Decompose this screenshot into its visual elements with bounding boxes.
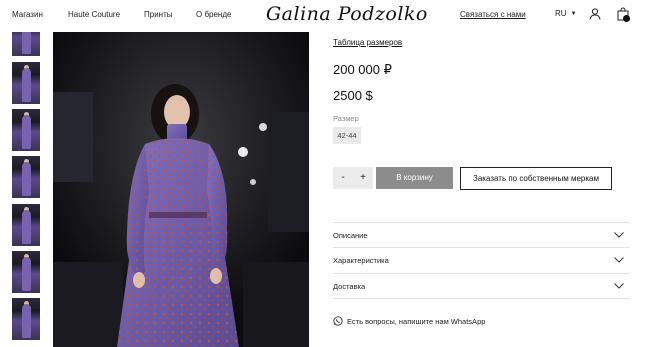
add-to-cart-button[interactable]: В корзину <box>376 167 453 189</box>
main-product-image[interactable] <box>53 32 309 347</box>
custom-measurements-button[interactable]: Заказать по собственным меркам <box>460 167 612 190</box>
accordion-characteristics[interactable]: Характеристика <box>333 256 389 265</box>
runway-photo <box>53 32 309 347</box>
site-header: Магазин Haute Couture Принты О бренде Ga… <box>0 0 656 32</box>
language-selector[interactable]: RU ▼ <box>555 9 577 18</box>
thumbnail[interactable] <box>12 298 40 340</box>
cart-count-badge <box>623 15 630 22</box>
size-table-link[interactable]: Таблица размеров <box>333 38 402 47</box>
whatsapp-contact-link[interactable]: Есть вопросы, напишите нам WhatsApp <box>347 317 485 326</box>
divider <box>333 247 630 248</box>
nav-prints[interactable]: Принты <box>144 10 173 19</box>
accordion-delivery[interactable]: Доставка <box>333 282 365 291</box>
whatsapp-icon[interactable] <box>333 316 343 326</box>
nav-haute-couture[interactable]: Haute Couture <box>68 10 120 19</box>
contact-link[interactable]: Связаться с нами <box>460 10 526 19</box>
size-label: Размер <box>333 114 359 123</box>
divider <box>333 298 630 299</box>
brand-logo[interactable]: Galina Podzolko <box>266 3 428 25</box>
chevron-down-icon[interactable] <box>614 257 624 263</box>
divider <box>333 273 630 274</box>
size-option[interactable]: 42-44 <box>333 127 361 144</box>
thumbnail[interactable] <box>12 62 40 104</box>
nav-about-brand[interactable]: О бренде <box>196 10 231 19</box>
user-icon[interactable] <box>589 8 601 20</box>
thumbnail[interactable] <box>12 204 40 246</box>
price-usd: 2500 $ <box>333 88 373 103</box>
thumbnail[interactable] <box>12 156 40 198</box>
quantity-decrease-button[interactable]: - <box>333 167 353 189</box>
chevron-down-icon[interactable] <box>614 283 624 289</box>
chevron-down-icon[interactable] <box>614 232 624 238</box>
quantity-stepper: - + <box>333 167 373 189</box>
accordion-description[interactable]: Описание <box>333 231 368 240</box>
thumbnail[interactable] <box>12 32 40 56</box>
quantity-increase-button[interactable]: + <box>353 167 373 189</box>
nav-shop[interactable]: Магазин <box>12 10 43 19</box>
thumbnail-strip <box>12 32 40 347</box>
thumbnail[interactable] <box>12 251 40 293</box>
language-label: RU <box>555 9 567 18</box>
caret-down-icon: ▼ <box>570 11 577 17</box>
price-rub: 200 000 ₽ <box>333 62 392 77</box>
thumbnail[interactable] <box>12 109 40 151</box>
divider <box>333 222 630 223</box>
